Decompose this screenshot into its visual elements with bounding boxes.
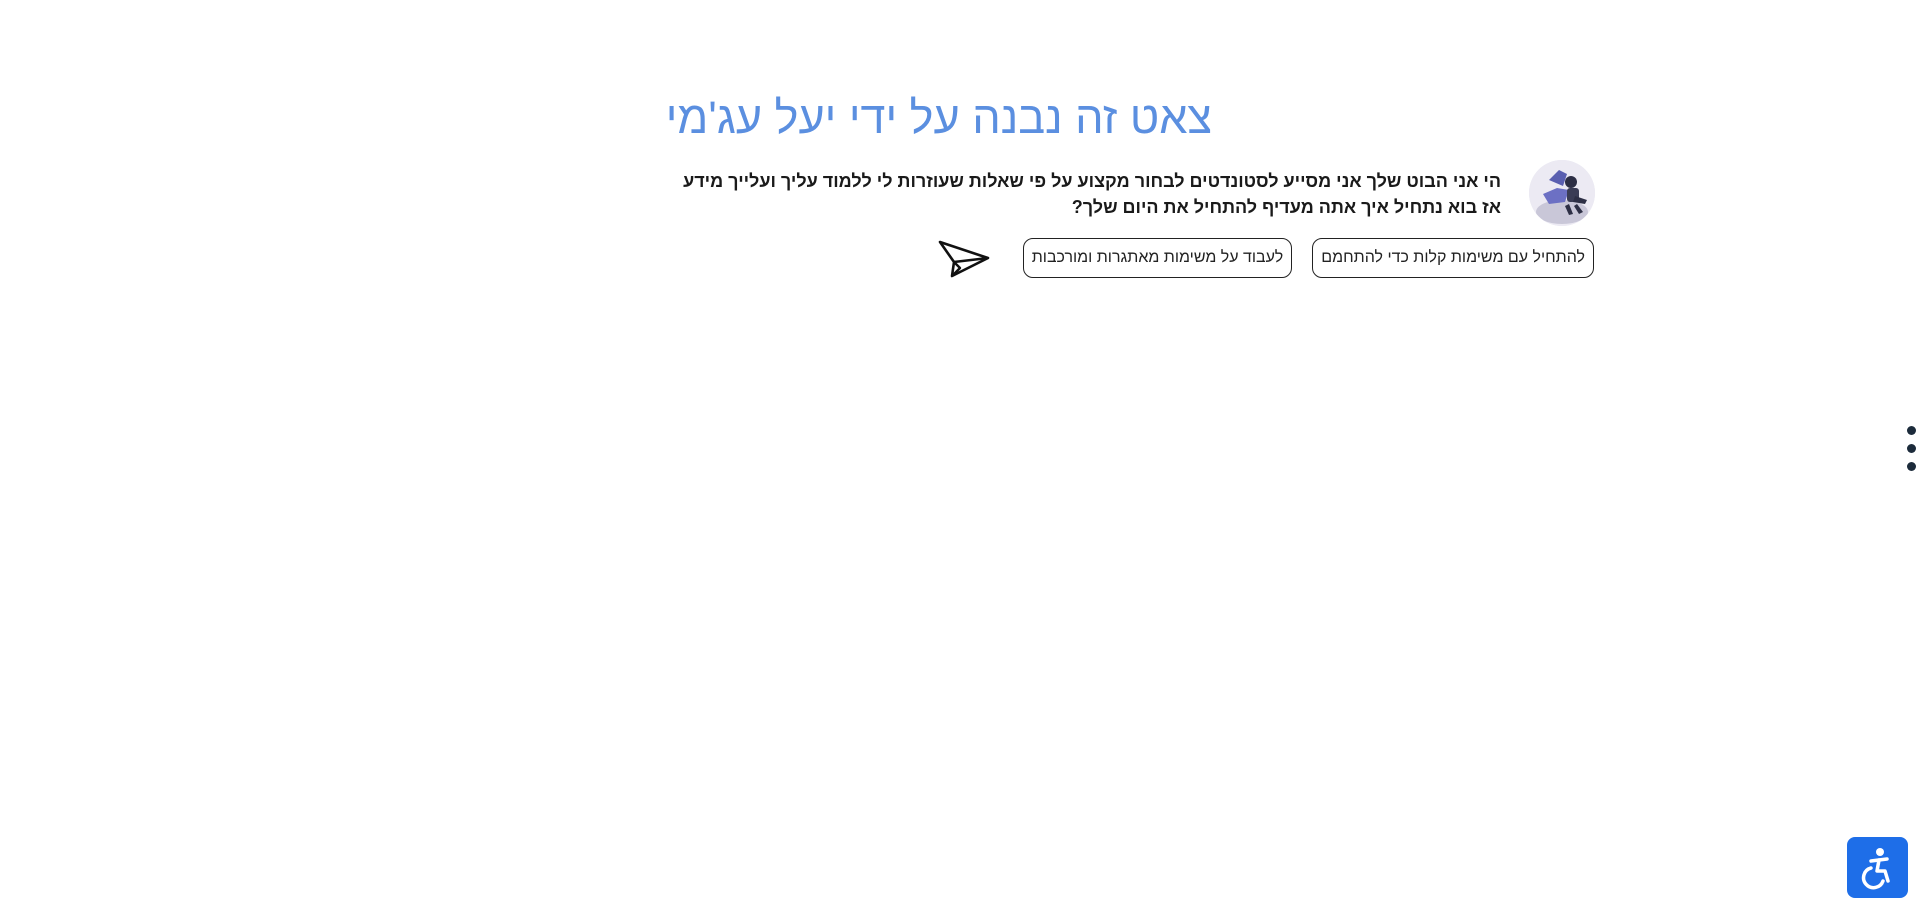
answer-options: לעבוד על משימות מאתגרות ומורכבות להתחיל …	[1022, 238, 1594, 278]
send-button[interactable]	[936, 236, 992, 282]
option-easy-tasks-button[interactable]: להתחיל עם משימות קלות כדי להתחמם	[1312, 238, 1594, 278]
robot-avatar	[1529, 160, 1595, 226]
chat-page: צאט זה נבנה על ידי יעל עג'מי הי אני הבוט…	[0, 0, 1916, 904]
accessibility-icon	[1861, 848, 1890, 890]
paper-plane-icon	[938, 240, 990, 278]
bot-message-row: הי אני הבוט שלך אני מסייע לסטונדטים לבחו…	[664, 160, 1595, 226]
page-title: צאט זה נבנה על ידי יעל עג'מי	[665, 92, 1212, 143]
accessibility-button[interactable]	[1847, 837, 1908, 898]
vertical-dots-icon[interactable]	[1902, 424, 1916, 474]
option-challenging-tasks-button[interactable]: לעבוד על משימות מאתגרות ומורכבות	[1022, 238, 1293, 278]
bot-message: הי אני הבוט שלך אני מסייע לסטונדטים לבחו…	[683, 171, 1501, 217]
